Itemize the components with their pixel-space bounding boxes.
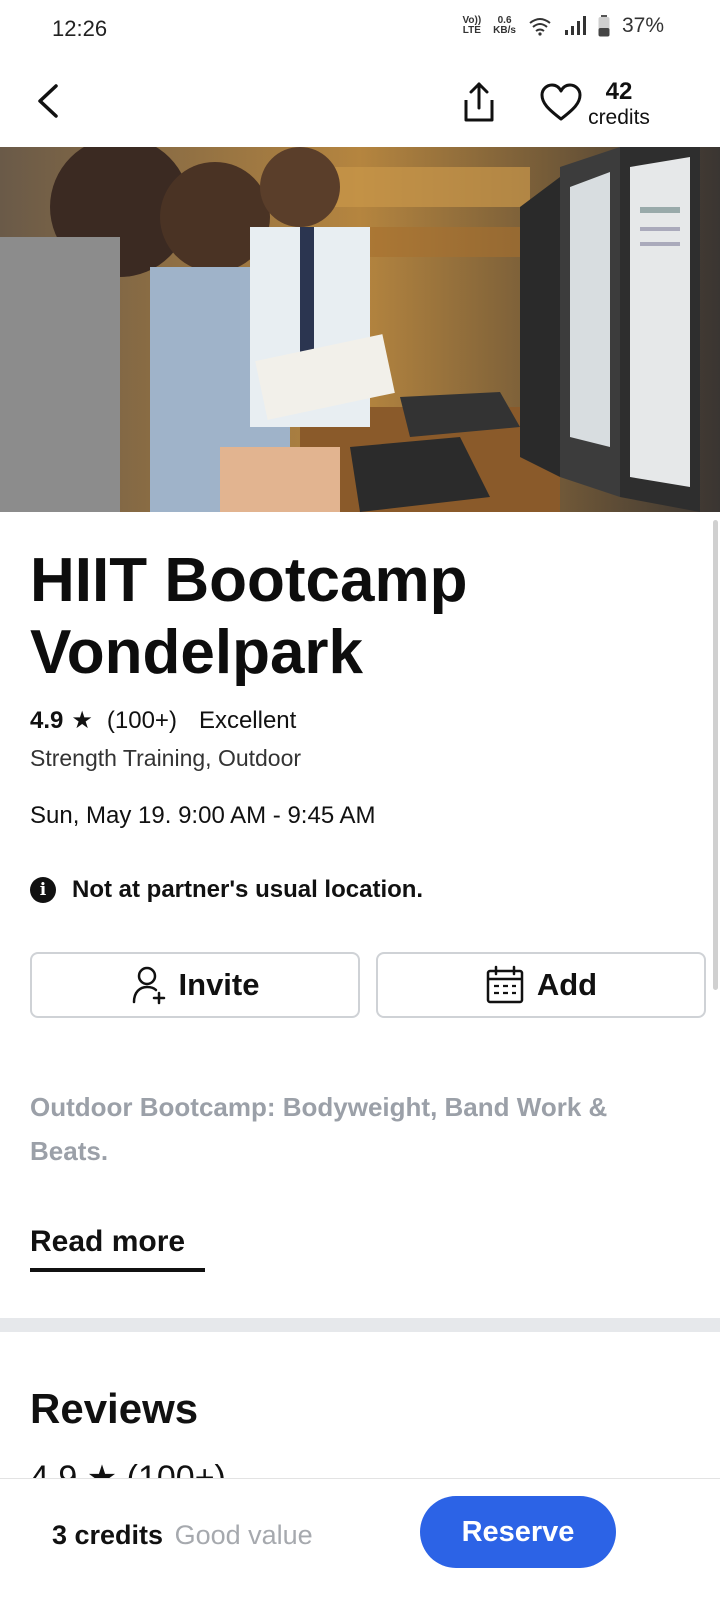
class-description: Outdoor Bootcamp: Bodyweight, Band Work … (30, 1092, 608, 1166)
invite-label: Invite (178, 967, 260, 1002)
rating-value: 4.9 (30, 706, 64, 734)
price-info: 3 credits Good value (52, 1520, 313, 1551)
read-more-underline (30, 1268, 205, 1272)
add-label: Add (536, 967, 598, 1002)
back-button[interactable] (30, 78, 70, 124)
price-credits: 3 credits (52, 1520, 164, 1550)
share-button[interactable] (458, 80, 500, 126)
title-line-1: HIIT Bootcamp (30, 546, 468, 615)
rating-count: (100+) (106, 706, 177, 734)
reviews-summary: 4.9 ★ (100+) (30, 1459, 226, 1478)
battery-icon (598, 15, 610, 37)
share-icon (464, 82, 494, 122)
classroom-photo (0, 147, 720, 512)
battery-percent: 37% (621, 14, 664, 37)
rating-label: Excellent (198, 706, 297, 734)
add-to-calendar-button[interactable]: Add (376, 952, 706, 1018)
invite-button[interactable]: Invite (30, 952, 360, 1018)
value-label: Good value (174, 1520, 313, 1550)
title-line-2: Vondelpark (30, 618, 364, 687)
rating-row[interactable]: 4.9 ★ (100+) Excellent (30, 706, 296, 735)
network-speed: 0.6 KB/s (493, 16, 516, 36)
credits-number: 42 (605, 78, 633, 105)
class-categories: Strength Training, Outdoor (30, 745, 302, 771)
section-divider (0, 1318, 720, 1332)
star-icon: ★ (71, 707, 93, 734)
info-icon: i (30, 877, 56, 903)
notice-text: Not at partner's usual location. (72, 876, 424, 903)
volte-indicator: Vo)) LTE (462, 16, 481, 36)
wifi-icon (529, 18, 551, 36)
reserve-button[interactable]: Reserve (420, 1496, 616, 1568)
volte-bottom: LTE (462, 25, 481, 36)
class-datetime: Sun, May 19. 9:00 AM - 9:45 AM (30, 802, 376, 829)
class-title: HIIT Bootcamp Vondelpark (30, 545, 670, 689)
status-icons: Vo)) LTE 0.6 KB/s 37% (462, 14, 664, 38)
credits-balance[interactable]: 42 credits (564, 78, 674, 130)
calendar-icon (486, 965, 524, 1004)
status-time: 12:26 (52, 16, 108, 41)
hero-image (0, 147, 720, 512)
credits-label: credits (588, 106, 650, 129)
scrollbar[interactable] (713, 520, 718, 990)
signal-icon (564, 16, 586, 35)
location-notice: i Not at partner's usual location. (30, 876, 423, 904)
read-more-link[interactable]: Read more (30, 1225, 185, 1259)
speed-unit: KB/s (493, 25, 516, 36)
add-user-icon (132, 966, 165, 1005)
chevron-left-icon (38, 84, 58, 118)
reviews-heading: Reviews (30, 1385, 199, 1432)
